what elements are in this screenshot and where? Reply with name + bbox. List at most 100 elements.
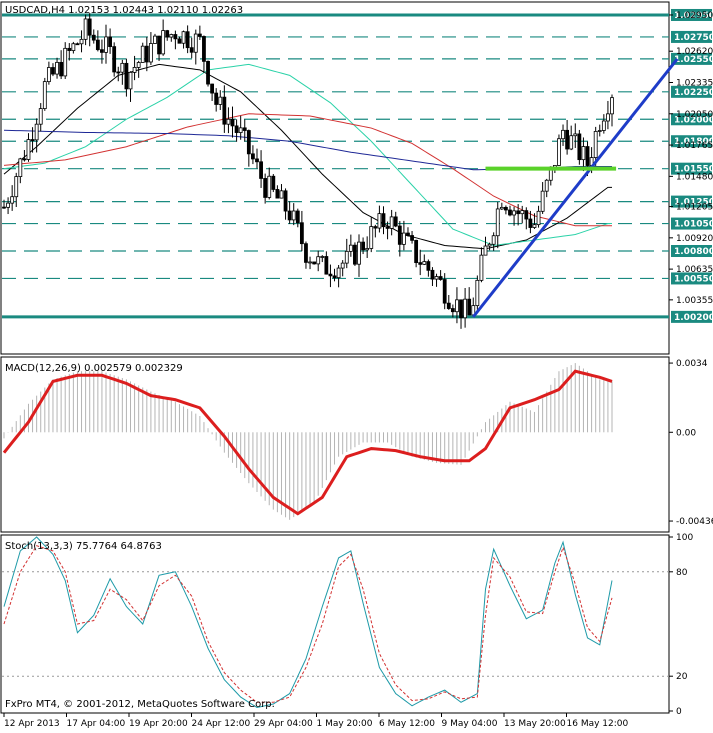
candle-body [214,92,219,105]
candle-body [169,34,174,38]
candle-body [308,261,312,264]
candle-body [332,275,337,279]
candle-body [524,210,529,220]
candle-body [565,129,570,150]
candle-body [226,118,231,125]
candle-body [357,241,361,265]
candle-body [42,81,47,109]
candle-body [601,120,606,131]
candle-body [83,18,88,40]
candle-body [508,209,512,216]
level-label: 1.00800 [674,247,713,257]
chart-window: 1.02950 1.02750 1.02550 1.02250 1.02000 1.018… [0,0,713,729]
candle-body [463,298,468,319]
time-tick-label: 24 Apr 12:00 [192,719,251,729]
candle-body [124,62,129,90]
candle-body [455,299,459,313]
candle-body [438,276,443,280]
candle-body [210,83,215,94]
candle-body [446,302,451,309]
time-tick-label: 1 May 20:00 [317,719,373,729]
candle-body [283,190,288,212]
candle-body [18,158,23,178]
macd-tick-label: -0.00436 [676,517,713,527]
candle-body [238,127,243,133]
candle-body [22,158,27,161]
watermark: FxPro MT4, © 2001-2012, MetaQuotes Softw… [5,699,275,710]
candle-body [324,256,329,275]
candle-body [381,213,386,228]
macd-panel-header: MACD(12,26,9) 0.002579 0.002329 [5,363,183,374]
price-panel-header: USDCAD,H4 1.02153 1.02443 1.02110 1.0226… [5,5,243,16]
price-tick-label: 1.02950 [676,11,713,21]
price-tick-label: 1.00635 [676,265,713,275]
stochastic-panel-header: Stoch(13,3,3) 75.7764 64.8763 [5,541,162,552]
candle-body [51,67,55,75]
candle-body [299,222,304,245]
time-tick-label: 9 May 04:00 [442,719,498,729]
candle-body [593,131,598,158]
candle-body [422,261,427,265]
time-tick-label: 13 May 20:00 [504,719,566,729]
candle-body [316,256,321,265]
candle-body [479,254,484,281]
candle-body [340,262,345,269]
candle-body [202,36,206,62]
candle-body [128,71,133,90]
candle-body [271,175,276,190]
candle-body [59,61,64,77]
price-tick-label: 1.01205 [676,203,713,213]
candle-body [75,43,80,46]
candle-body [597,130,602,132]
price-tick-label: 1.02335 [676,78,713,88]
candle-body [189,47,194,53]
candle-body [397,225,402,245]
candle-body [2,206,6,209]
price-tick-label: 1.00355 [676,296,713,306]
candle-body [157,35,161,55]
price-tick-label: 1.02620 [676,47,713,57]
candle-body [385,226,390,229]
candle-body [206,60,210,85]
candle-body [246,130,251,155]
candle-body [520,210,525,215]
candle-body [410,235,414,241]
time-tick-label: 6 May 12:00 [379,719,435,729]
candle-body [34,123,39,141]
candle-body [434,276,439,280]
candle-body [328,273,333,277]
candle-body [295,210,300,224]
candle-body [91,34,96,41]
candle-body [71,43,76,51]
candle-body [255,158,259,163]
level-label: 1.00550 [674,274,713,284]
time-tick-label: 17 Apr 04:00 [67,719,126,729]
candle-body [263,178,268,198]
candle-body [426,261,431,271]
candle-body [606,113,610,122]
candle-body [483,245,488,256]
candle-body [573,133,578,137]
candle-body [259,161,263,179]
time-tick-label: 29 Apr 04:00 [254,719,313,729]
candle-body [369,226,374,249]
candle-body [312,261,317,265]
time-tick-label: 12 Apr 2013 [4,719,60,729]
candle-body [136,62,141,68]
candle-body [401,232,406,245]
level-label: 1.02750 [674,33,713,43]
level-label: 1.01050 [674,220,713,230]
candle-body [181,31,186,44]
candle-body [148,43,153,63]
candle-body [389,216,394,229]
price-tick-label: 1.00920 [676,234,713,244]
candle-body [104,36,108,53]
candle-body [55,61,59,75]
candle-body [132,67,137,73]
candle-body [544,179,549,192]
candle-body [499,206,504,210]
candle-body [585,146,590,166]
price-tick-label: 1.01765 [676,141,713,151]
candle-body [459,299,463,319]
candle-body [197,33,202,37]
